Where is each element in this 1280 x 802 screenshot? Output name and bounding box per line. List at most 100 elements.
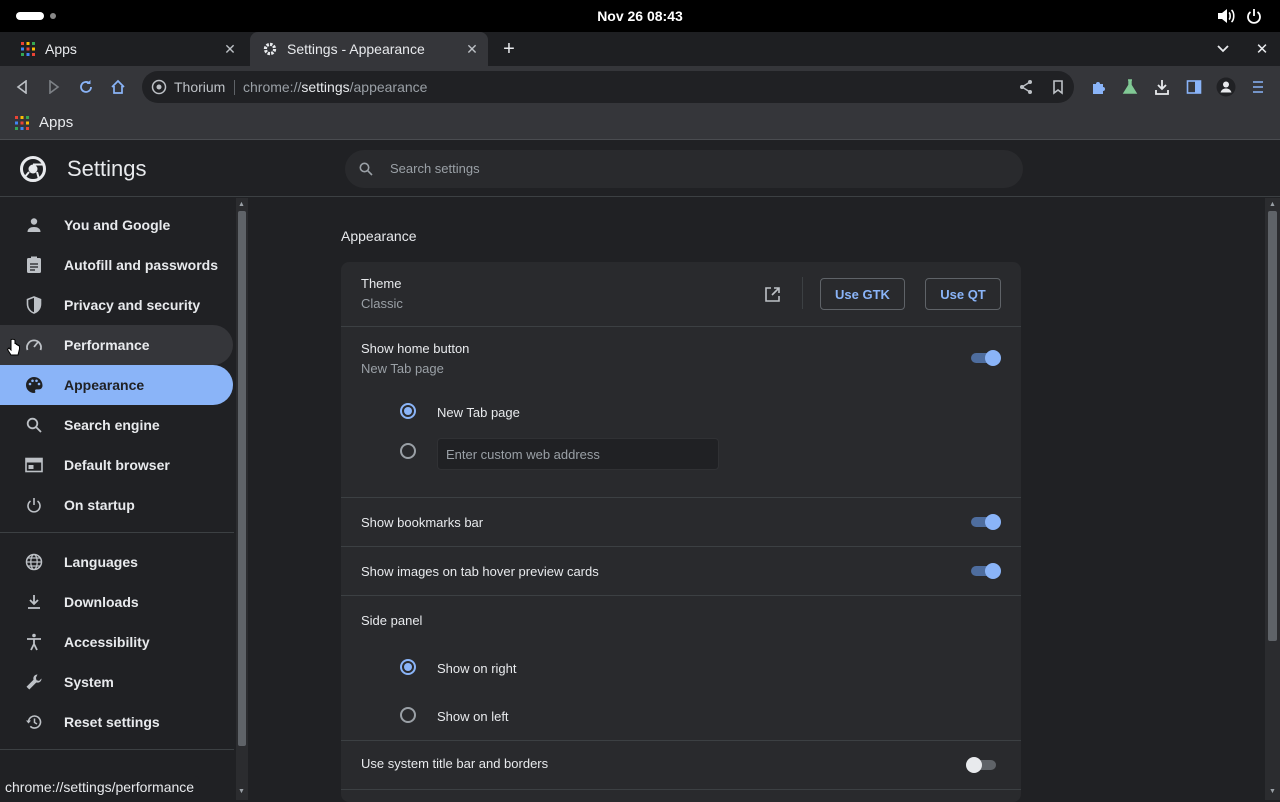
sidebar-item-accessibility[interactable]: Accessibility: [0, 622, 233, 662]
sidebar-item-label: Downloads: [64, 594, 139, 610]
sidebar-item-label: You and Google: [64, 217, 171, 233]
sidebar-item-privacy[interactable]: Privacy and security: [0, 285, 233, 325]
tab-apps[interactable]: Apps ✕: [8, 32, 246, 66]
sidebar-item-performance[interactable]: Performance: [0, 325, 233, 365]
sidebar-scrollbar-thumb[interactable]: [238, 211, 246, 746]
tab-search-button[interactable]: [1213, 32, 1233, 66]
shield-icon: [24, 295, 44, 315]
downloads-button[interactable]: [1152, 77, 1172, 97]
site-info-icon[interactable]: [151, 79, 167, 100]
sidebar-item-downloads[interactable]: Downloads: [0, 582, 233, 622]
reload-button[interactable]: [76, 77, 96, 97]
sidebar-item-autofill[interactable]: Autofill and passwords: [0, 245, 233, 285]
side-panel-button[interactable]: [1184, 77, 1204, 97]
url-host: settings: [301, 79, 350, 95]
sidebar-item-label: Performance: [64, 337, 150, 353]
extensions-button[interactable]: [1088, 77, 1108, 97]
sidebar-item-appearance[interactable]: Appearance: [0, 365, 233, 405]
volume-icon[interactable]: [1216, 6, 1236, 26]
close-tab-icon[interactable]: ✕: [464, 41, 480, 57]
scroll-down-arrow-icon[interactable]: ▼: [1269, 788, 1276, 795]
power-icon: [24, 495, 44, 515]
page-title: Settings: [67, 156, 147, 181]
settings-sidebar: You and Google Autofill and passwords Pr…: [0, 198, 234, 800]
use-gtk-button[interactable]: Use GTK: [820, 278, 905, 310]
address-bar[interactable]: Thorium chrome://settings/appearance: [142, 71, 1074, 103]
main-scrollbar-thumb[interactable]: [1268, 211, 1277, 641]
back-button[interactable]: [12, 77, 32, 97]
theme-divider: [802, 277, 803, 309]
chevron-down-icon: [1217, 45, 1229, 53]
bookmarks-bar-row: Show bookmarks bar: [341, 498, 1021, 547]
forward-button[interactable]: [44, 77, 64, 97]
sidebar-item-search-engine[interactable]: Search engine: [0, 405, 233, 445]
plus-icon: +: [503, 37, 515, 60]
close-icon: ✕: [1255, 41, 1269, 58]
new-tab-button[interactable]: +: [498, 32, 520, 66]
system-title-bar-label: Use system title bar and borders: [361, 756, 549, 771]
use-qt-button[interactable]: Use QT: [925, 278, 1001, 310]
bookmarks-bar: Apps: [0, 108, 1280, 140]
tab-strip: Apps ✕ Settings - Appearance ✕ + ✕: [0, 32, 1280, 66]
sidebar-item-default-browser[interactable]: Default browser: [0, 445, 233, 485]
bookmarks-bar-toggle[interactable]: [969, 513, 1001, 531]
power-menu-icon[interactable]: [1244, 6, 1264, 26]
theme-label: Theme: [361, 276, 402, 291]
radio-show-on-left[interactable]: [400, 707, 416, 723]
download-icon: [1155, 80, 1169, 95]
main-scrollbar[interactable]: ▲ ▼: [1265, 198, 1280, 800]
sidebar-item-label: Search engine: [64, 417, 160, 433]
settings-search-input[interactable]: Search settings: [345, 150, 1023, 188]
side-panel-icon: [1186, 80, 1202, 94]
radio-show-on-right-label: Show on right: [437, 661, 517, 676]
url-text[interactable]: chrome://settings/appearance: [243, 79, 427, 95]
apps-grid-icon: [20, 41, 36, 57]
radio-new-tab-page-label: New Tab page: [437, 405, 520, 420]
home-button-toggle[interactable]: [969, 349, 1001, 367]
bookmark-star-icon[interactable]: [1050, 79, 1066, 100]
search-icon: [359, 162, 373, 181]
sidebar-item-label: Appearance: [64, 377, 145, 393]
sidebar-item-reset-settings[interactable]: Reset settings: [0, 702, 233, 742]
sidebar-item-languages[interactable]: Languages: [0, 542, 233, 582]
url-scheme: chrome://: [243, 79, 302, 95]
close-tab-icon[interactable]: ✕: [222, 41, 238, 57]
scroll-up-arrow-icon[interactable]: ▲: [238, 201, 245, 208]
section-title: Appearance: [341, 228, 417, 244]
tab-hover-toggle[interactable]: [969, 562, 1001, 580]
scroll-up-arrow-icon[interactable]: ▲: [1269, 201, 1276, 208]
labs-button[interactable]: [1120, 77, 1140, 97]
sidebar-item-you-and-google[interactable]: You and Google: [0, 205, 233, 245]
browser-menu-button[interactable]: [1248, 77, 1268, 97]
radio-show-on-right[interactable]: [400, 659, 416, 675]
sidebar-item-on-startup[interactable]: On startup: [0, 485, 233, 525]
bookmark-apps[interactable]: Apps: [14, 114, 73, 131]
close-window-button[interactable]: ✕: [1252, 32, 1272, 66]
speedometer-icon: [24, 335, 44, 355]
custom-address-input[interactable]: [437, 438, 719, 470]
bookmark-label: Apps: [39, 114, 74, 131]
radio-custom-address[interactable]: [400, 443, 416, 459]
profile-button[interactable]: [1216, 77, 1236, 97]
clipboard-icon: [24, 255, 44, 275]
sidebar-item-system[interactable]: System: [0, 662, 233, 702]
sidebar-scrollbar[interactable]: ▲ ▼: [236, 198, 248, 800]
system-clock[interactable]: Nov 26 08:43: [0, 8, 1280, 24]
open-in-new-icon[interactable]: [764, 286, 781, 308]
system-title-bar-toggle[interactable]: [966, 756, 998, 774]
scroll-down-arrow-icon[interactable]: ▼: [238, 788, 245, 795]
browser-toolbar: Thorium chrome://settings/appearance: [0, 66, 1280, 108]
flask-icon: [1122, 79, 1138, 94]
forward-arrow-icon: [49, 80, 60, 94]
share-icon[interactable]: [1018, 79, 1034, 100]
sidebar-item-label: Languages: [64, 554, 138, 570]
link-preview-status-bar: chrome://settings/performance: [0, 776, 200, 800]
radio-show-on-left-label: Show on left: [437, 709, 509, 724]
tab-settings-appearance[interactable]: Settings - Appearance ✕: [250, 32, 488, 66]
radio-new-tab-page[interactable]: [400, 403, 416, 419]
home-button[interactable]: [108, 77, 128, 97]
globe-icon: [24, 552, 44, 572]
mouse-pointer-icon: [6, 338, 22, 363]
settings-logo-icon: [20, 156, 46, 187]
sidebar-item-label: Privacy and security: [64, 297, 201, 313]
